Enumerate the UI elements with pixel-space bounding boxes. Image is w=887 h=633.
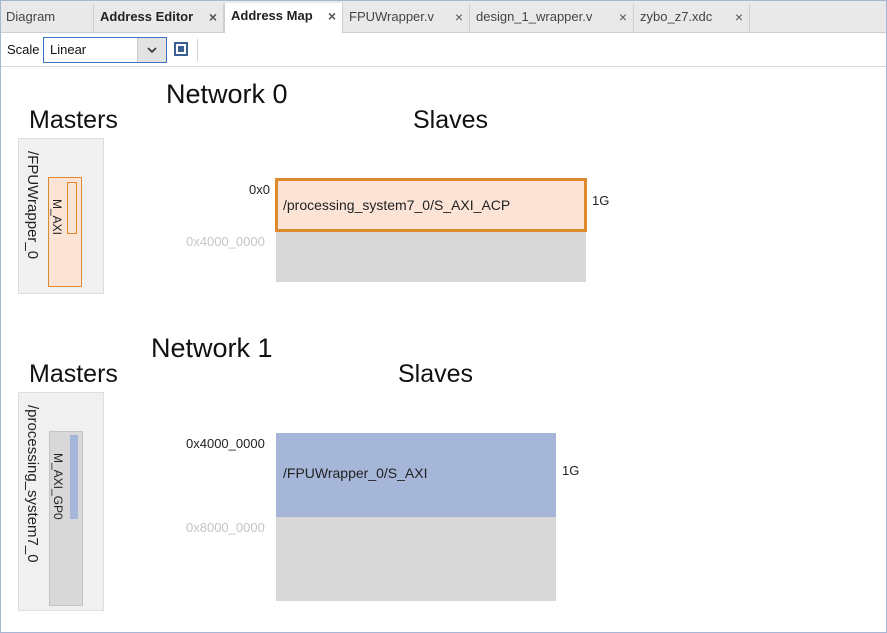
network-0-end-address: 0x4000_0000	[186, 234, 265, 249]
scale-selected-value: Linear	[50, 42, 87, 57]
scale-dropdown[interactable]: Linear	[43, 37, 167, 63]
tab-label: Address Editor	[100, 9, 194, 24]
network-1-master-port-segment[interactable]	[70, 435, 78, 519]
tab-label: Diagram	[6, 9, 56, 24]
fit-to-window-icon[interactable]	[174, 42, 188, 56]
tab-address-map[interactable]: Address Map ×	[224, 3, 343, 33]
tab-design-1-wrapper-v[interactable]: design_1_wrapper.v ×	[470, 4, 634, 32]
network-1-segment-size: 1G	[562, 463, 580, 478]
network-1-slaves-title: Slaves	[398, 360, 474, 388]
network-1-start-address: 0x4000_0000	[186, 436, 265, 451]
close-icon[interactable]: ×	[328, 3, 336, 29]
network-1-segment-label: /FPUWrapper_0/S_AXI	[283, 465, 428, 481]
tab-label: Address Map	[231, 8, 313, 23]
tab-label: design_1_wrapper.v	[476, 9, 593, 24]
network-1-masters-title: Masters	[29, 360, 118, 388]
tab-label: FPUWrapper.v	[349, 9, 435, 24]
network-0-master-name: /FPUWrapper_0	[24, 151, 41, 260]
tab-label: zybo_z7.xdc	[640, 9, 713, 24]
close-icon[interactable]: ×	[209, 4, 217, 30]
tab-diagram[interactable]: Diagram	[0, 4, 94, 32]
network-0-master-port-bar[interactable]: M_AXI	[48, 177, 82, 287]
network-0-start-address: 0x0	[249, 182, 270, 197]
network-0-title: Network 0	[166, 79, 288, 109]
network-0-masters-title: Masters	[29, 106, 118, 134]
close-icon[interactable]: ×	[735, 4, 743, 30]
network-0-slave-segment[interactable]: /processing_system7_0/S_AXI_ACP	[275, 178, 587, 232]
network-0-unmapped-region	[276, 232, 586, 282]
network-1-unmapped-region	[276, 517, 556, 601]
network-0-segment-label: /processing_system7_0/S_AXI_ACP	[283, 197, 511, 213]
network-0-master-block[interactable]: /FPUWrapper_0 M_AXI	[18, 138, 104, 294]
tab-fpuwrapper-v[interactable]: FPUWrapper.v ×	[343, 4, 470, 32]
network-0-master-port-label: M_AXI	[50, 199, 64, 236]
network-0-slaves-title: Slaves	[413, 106, 489, 134]
network-1-title: Network 1	[151, 333, 273, 363]
close-icon[interactable]: ×	[619, 4, 627, 30]
address-map-canvas: Network 0 Masters Slaves /FPUWrapper_0 M…	[0, 68, 887, 631]
close-icon[interactable]: ×	[455, 4, 463, 30]
tab-address-editor[interactable]: Address Editor ×	[94, 4, 224, 32]
toolbar-divider	[197, 39, 198, 61]
scale-label: Scale	[7, 42, 40, 57]
tab-zybo-z7-xdc[interactable]: zybo_z7.xdc ×	[634, 4, 750, 32]
network-1-slave-segment[interactable]: /FPUWrapper_0/S_AXI	[276, 433, 556, 517]
editor-tab-bar: Diagram Address Editor × Address Map × F…	[0, 0, 887, 33]
network-1-master-block[interactable]: /processing_system7_0 M_AXI_GP0	[18, 392, 104, 611]
address-map-toolbar: Scale Linear	[0, 33, 887, 67]
network-1-end-address: 0x8000_0000	[186, 520, 265, 535]
network-1-master-port-label: M_AXI_GP0	[51, 453, 65, 520]
network-0-segment-size: 1G	[592, 193, 610, 208]
network-1-master-name: /processing_system7_0	[24, 405, 41, 563]
network-1-master-port-bar[interactable]: M_AXI_GP0	[49, 431, 83, 606]
chevron-down-icon[interactable]	[137, 38, 166, 62]
network-0-master-port-segment[interactable]	[67, 182, 77, 234]
